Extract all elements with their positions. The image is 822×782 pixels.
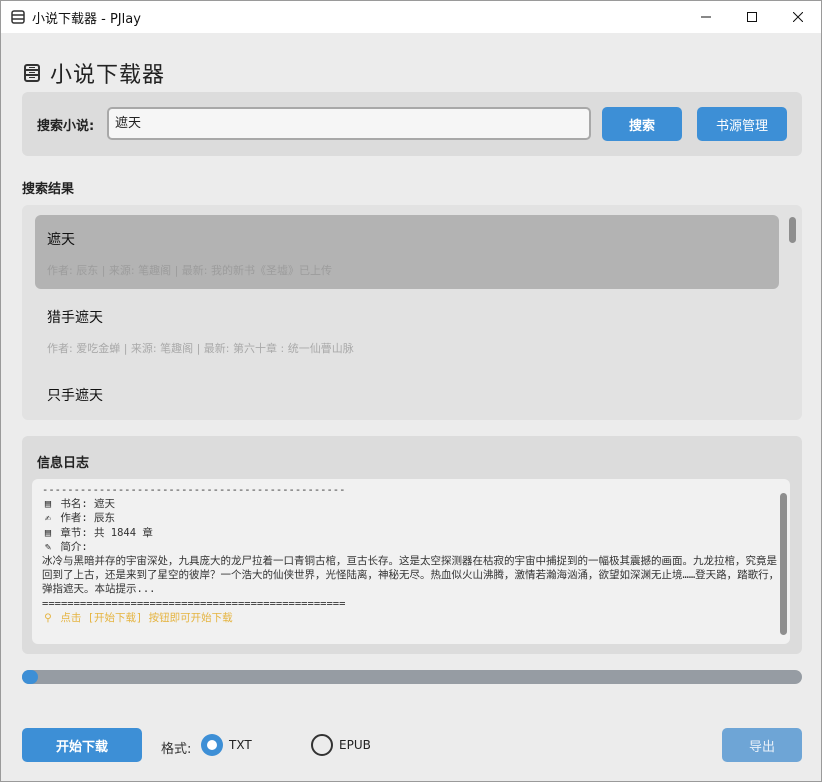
app-window: 小说下载器 - PJlay 小说下载器 搜索小说: 遮天 搜索 书源管理 搜索结… — [0, 0, 822, 782]
start-download-button[interactable]: 开始下载 — [22, 728, 142, 762]
format-radio-epub[interactable]: EPUB — [311, 734, 371, 756]
log-author: 作者: 辰东 — [60, 512, 115, 525]
log-intro-label: 简介: — [60, 540, 88, 553]
app-icon — [11, 10, 25, 24]
log-book-name: 书名: 遮天 — [60, 498, 115, 511]
note-icon: ✎ — [44, 540, 52, 553]
log-chapters: 章节: 共 1844 章 — [60, 526, 153, 539]
result-meta: 作者: 辰东 | 来源: 笔趣阁 | 最新: 我的新书《圣墟》已上传 — [47, 264, 333, 277]
source-manager-button[interactable]: 书源管理 — [697, 107, 787, 141]
log-line: ⚲ 点击 [开始下载] 按钮即可开始下载 — [42, 611, 780, 625]
log-line: ▤ 章节: 共 1844 章 — [42, 526, 780, 540]
pen-icon: ✍ — [44, 512, 52, 525]
books-icon — [24, 64, 40, 82]
log-scrollbar[interactable] — [780, 493, 787, 635]
result-meta: 作者: 爱吃金蝉 | 来源: 笔趣阁 | 最新: 第六十章 : 统一仙瞢山脉 — [47, 342, 354, 355]
close-button[interactable] — [775, 1, 821, 33]
window-title: 小说下载器 - PJlay — [32, 11, 141, 27]
radio-selected-icon — [201, 734, 223, 756]
radio-unselected-icon — [311, 734, 333, 756]
log-hint: 点击 [开始下载] 按钮即可开始下载 — [60, 611, 233, 624]
log-line: ✎ 简介: — [42, 540, 780, 554]
log-line: ▤ 书名: 遮天 — [42, 497, 780, 511]
results-heading: 搜索结果 — [22, 182, 75, 197]
maximize-icon — [747, 12, 757, 22]
lightbulb-icon: ⚲ — [44, 611, 52, 624]
result-item[interactable]: 只手遮天 — [35, 371, 779, 420]
book-icon: ▤ — [44, 498, 52, 511]
title-bar: 小说下载器 - PJlay — [1, 1, 821, 33]
log-rule: ========================================… — [42, 597, 346, 610]
log-text: ----------------------------------------… — [42, 483, 780, 625]
log-panel: 信息日志 -----------------------------------… — [22, 436, 802, 654]
result-title: 猎手遮天 — [47, 310, 103, 326]
result-title: 遮天 — [47, 232, 75, 248]
result-title: 只手遮天 — [47, 388, 103, 404]
app-header: 小说下载器 — [22, 57, 165, 89]
pages-icon: ▤ — [44, 526, 52, 539]
result-item[interactable]: 遮天 作者: 辰东 | 来源: 笔趣阁 | 最新: 我的新书《圣墟》已上传 — [35, 215, 779, 289]
page-title: 小说下载器 — [50, 63, 166, 88]
minimize-button[interactable] — [683, 1, 729, 33]
format-option-label: TXT — [229, 738, 252, 752]
results-list: 遮天 作者: 辰东 | 来源: 笔趣阁 | 最新: 我的新书《圣墟》已上传 猎手… — [22, 205, 802, 420]
search-button[interactable]: 搜索 — [602, 107, 682, 141]
results-scrollbar[interactable] — [789, 217, 796, 243]
format-radio-txt[interactable]: TXT — [201, 734, 252, 756]
progress-fill — [22, 670, 38, 684]
search-panel: 搜索小说: 遮天 搜索 书源管理 — [22, 92, 802, 156]
window-controls — [683, 1, 821, 33]
close-icon — [793, 12, 803, 22]
log-heading: 信息日志 — [37, 456, 90, 471]
log-rule: ----------------------------------------… — [42, 484, 346, 496]
format-option-label: EPUB — [339, 738, 371, 752]
download-progress — [22, 670, 802, 684]
format-label: 格式: — [161, 742, 192, 757]
search-input[interactable]: 遮天 — [107, 107, 591, 140]
log-output[interactable]: ----------------------------------------… — [32, 479, 790, 644]
log-intro-text: 冰冷与黑暗并存的宇宙深处，九具庞大的龙尸拉着一口青铜古棺，亘古长存。这是太空探测… — [42, 555, 780, 596]
result-item[interactable]: 猎手遮天 作者: 爱吃金蝉 | 来源: 笔趣阁 | 最新: 第六十章 : 统一仙… — [35, 293, 779, 367]
search-label: 搜索小说: — [37, 119, 95, 134]
minimize-icon — [701, 16, 711, 18]
export-button[interactable]: 导出 — [722, 728, 802, 762]
log-line: ✍ 作者: 辰东 — [42, 511, 780, 525]
maximize-button[interactable] — [729, 1, 775, 33]
